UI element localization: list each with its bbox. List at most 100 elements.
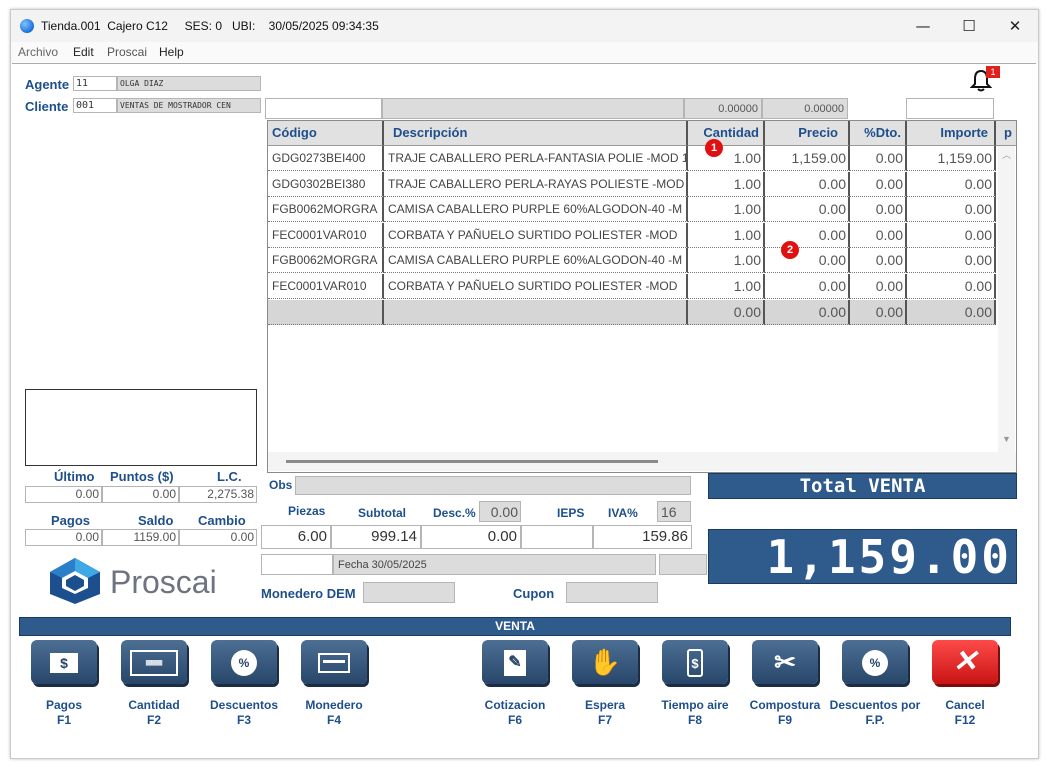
col-header-cantidad[interactable]: Cantidad (688, 121, 765, 146)
desc-pct-field[interactable]: 0.00 (479, 501, 521, 522)
grid-cell-descripcion[interactable]: TRAJE CABALLERO PERLA-FANTASIA POLIE -MO… (384, 146, 688, 171)
grid-total-precio: 0.00 (765, 299, 850, 325)
cliente-code-field[interactable]: 001 (73, 98, 117, 113)
function-label[interactable]: Compostura F9 (735, 698, 835, 728)
proscai-logo (46, 556, 104, 606)
function-label-text: Tiempo aire (661, 698, 729, 712)
function-label-text: Monedero (305, 698, 363, 712)
grid-cell-importe[interactable]: 0.00 (907, 248, 996, 274)
function-label[interactable]: Cancel F12 (915, 698, 1015, 728)
descuentos-button[interactable]: % (211, 640, 277, 684)
grid-cell-codigo[interactable]: FGB0062MORGRA (268, 197, 384, 223)
grid-cell-cantidad[interactable]: 1.00 (688, 146, 765, 171)
menu-archivo[interactable]: Archivo (18, 45, 58, 59)
scroll-up-icon[interactable]: ︿ (1002, 148, 1011, 161)
grid-cell-cantidad[interactable]: 1.00 (688, 171, 765, 197)
grid-cell-descripcion[interactable]: TRAJE CABALLERO PERLA-RAYAS POLIESTE -MO… (384, 171, 688, 197)
close-button[interactable]: ✕ (1001, 15, 1029, 37)
notification-button[interactable]: 1 (969, 66, 1000, 92)
app-window: Tienda.001 Cajero C12 SES: 0 UBI: 30/05/… (10, 9, 1039, 759)
function-key: F9 (777, 713, 792, 727)
grid-cell-importe[interactable]: 0.00 (907, 197, 996, 223)
grid-cell-codigo[interactable]: FGB0062MORGRA (268, 248, 384, 274)
col-header-importe[interactable]: Importe (907, 121, 996, 146)
search-code-field[interactable] (265, 98, 382, 119)
window-title: Tienda.001 Cajero C12 SES: 0 UBI: 30/05/… (41, 19, 379, 33)
cancel-button[interactable]: ✕ (932, 640, 998, 684)
grid-cell-precio[interactable]: 0.00 (765, 197, 850, 223)
function-key: F1 (56, 713, 71, 727)
lc-field: 2,275.38 (179, 486, 257, 503)
grid-cell-cantidad[interactable]: 1.00 (688, 197, 765, 223)
grid-cell-importe[interactable]: 1,159.00 (907, 146, 996, 171)
descuentos-fp-button[interactable]: % (842, 640, 908, 684)
piezas-field: 6.00 (261, 525, 331, 549)
grid-cell-dto[interactable]: 0.00 (850, 248, 907, 274)
col-header-precio[interactable]: Precio (765, 121, 850, 146)
horizontal-scroll-thumb[interactable] (286, 460, 658, 463)
grid-cell-codigo[interactable]: GDG0302BEI380 (268, 171, 384, 197)
grid-cell-precio[interactable]: 0.00 (765, 274, 850, 299)
horizontal-scrollbar[interactable] (268, 452, 1016, 471)
grid-cell-descripcion[interactable]: CORBATA Y PAÑUELO SURTIDO POLIESTER -MOD (384, 274, 688, 299)
grid-total-cantidad: 0.00 (688, 299, 765, 325)
espera-button[interactable]: ✋ (572, 640, 638, 684)
grid-cell-dto[interactable]: 0.00 (850, 197, 907, 223)
function-label[interactable]: Descuentos por F.P. (825, 698, 925, 728)
grid-cell-precio[interactable]: 0.00 (765, 248, 850, 274)
grid-cell-descripcion[interactable]: CORBATA Y PAÑUELO SURTIDO POLIESTER -MOD (384, 222, 688, 248)
grid-cell-codigo[interactable]: FEC0001VAR010 (268, 222, 384, 248)
menu-help[interactable]: Help (159, 45, 184, 59)
col-header-dto[interactable]: %Dto. (850, 121, 907, 146)
minimize-button[interactable]: — (909, 15, 937, 37)
puntos-field: 0.00 (102, 486, 179, 503)
grid-cell-dto[interactable]: 0.00 (850, 274, 907, 299)
top-right-field[interactable] (906, 98, 994, 119)
obs-field[interactable] (295, 476, 691, 495)
agente-code-field[interactable]: 11 (73, 76, 117, 91)
monedero-field[interactable] (363, 582, 455, 603)
function-label[interactable]: Tiempo aire F8 (645, 698, 745, 728)
grid-total-importe: 0.00 (907, 299, 996, 325)
grid-cell-importe[interactable]: 0.00 (907, 222, 996, 248)
grid-cell-dto[interactable]: 0.00 (850, 146, 907, 171)
grid-cell-importe[interactable]: 0.00 (907, 171, 996, 197)
menu-edit[interactable]: Edit (73, 45, 94, 59)
cantidad-button[interactable]: ▦▦▦ (121, 640, 187, 684)
iva-pct-field[interactable]: 16 (657, 501, 691, 522)
scroll-down-icon[interactable]: ▼ (1002, 434, 1011, 444)
grid-cell-cantidad[interactable]: 1.00 (688, 248, 765, 274)
menu-proscai[interactable]: Proscai (107, 45, 147, 59)
grid-cell-precio[interactable]: 0.00 (765, 222, 850, 248)
function-label[interactable]: Descuentos F3 (194, 698, 294, 728)
col-header-p[interactable]: p (996, 121, 1016, 146)
grid-cell-cantidad[interactable]: 1.00 (688, 222, 765, 248)
col-header-descripcion[interactable]: Descripción (384, 121, 688, 146)
grid-cell-codigo[interactable]: FEC0001VAR010 (268, 274, 384, 299)
grid-cell-cantidad[interactable]: 1.00 (688, 274, 765, 299)
vertical-scrollbar[interactable]: ︿ ▼ (998, 146, 1015, 452)
col-header-codigo[interactable]: Código (268, 121, 384, 146)
notification-count: 1 (986, 66, 1000, 78)
pagos-button[interactable]: $ (31, 640, 97, 684)
grid-cell-dto[interactable]: 0.00 (850, 222, 907, 248)
function-label[interactable]: Cotizacion F6 (465, 698, 565, 728)
function-key: F2 (146, 713, 161, 727)
function-label[interactable]: Pagos F1 (14, 698, 114, 728)
grid-cell-dto[interactable]: 0.00 (850, 171, 907, 197)
maximize-button[interactable]: ☐ (955, 15, 983, 37)
function-label[interactable]: Monedero F4 (284, 698, 384, 728)
grid-cell-importe[interactable]: 0.00 (907, 274, 996, 299)
grid-cell-precio[interactable]: 1,159.00 (765, 146, 850, 171)
grid-cell-descripcion[interactable]: CAMISA CABALLERO PURPLE 60%ALGODON-40 -M (384, 248, 688, 274)
grid-cell-descripcion[interactable]: CAMISA CABALLERO PURPLE 60%ALGODON-40 -M (384, 197, 688, 223)
grid-cell-precio[interactable]: 0.00 (765, 171, 850, 197)
cupon-field[interactable] (566, 582, 658, 603)
cotizacion-button[interactable]: ✎ (482, 640, 548, 684)
compostura-button[interactable]: ✂ (752, 640, 818, 684)
grid-cell-codigo[interactable]: GDG0273BEI400 (268, 146, 384, 171)
tiempo-aire-button[interactable]: $ (662, 640, 728, 684)
monedero-button[interactable] (301, 640, 367, 684)
function-label[interactable]: Cantidad F2 (104, 698, 204, 728)
function-label[interactable]: Espera F7 (555, 698, 655, 728)
